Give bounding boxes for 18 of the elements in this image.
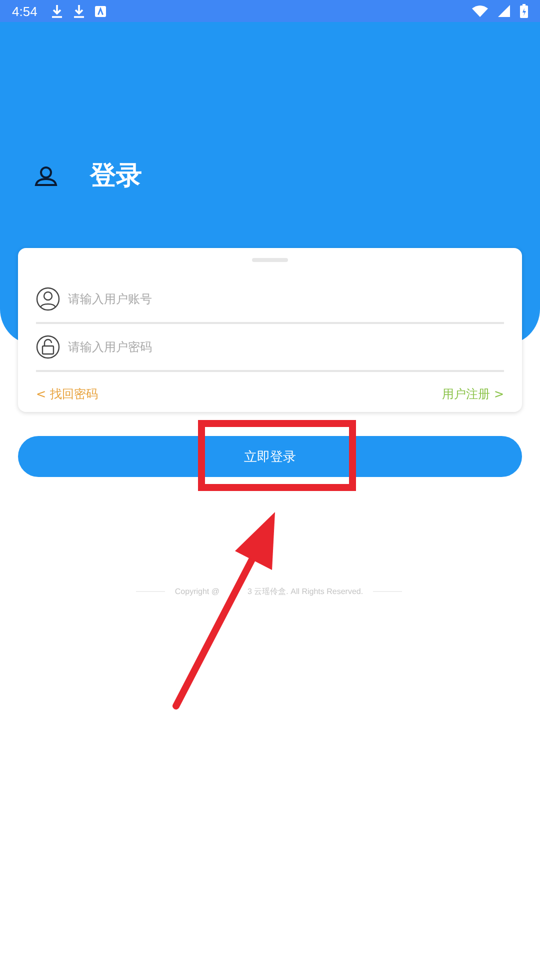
download-icon	[51, 4, 64, 18]
user-icon	[34, 166, 58, 186]
app-notification-icon	[95, 6, 106, 16]
user-icon	[36, 287, 60, 311]
password-field[interactable]: 请输入用户密码	[68, 336, 504, 358]
status-time: 4:54	[12, 4, 38, 18]
signal-icon	[498, 5, 510, 17]
battery-icon	[520, 4, 528, 18]
register-link[interactable]: 用户注册 >	[442, 386, 504, 403]
login-button[interactable]: 立即登录	[18, 436, 522, 477]
wifi-icon	[472, 5, 488, 17]
download-icon	[73, 4, 86, 18]
padlock-icon	[36, 335, 60, 359]
page-title: 登录	[90, 160, 142, 193]
account-field[interactable]: 请输入用户账号	[68, 288, 504, 310]
copyright-text: Copyright @	[174, 587, 220, 596]
copyright-text: 3 云瑶伶盒. All Rights Reserved.	[248, 586, 364, 597]
forgot-password-link[interactable]: < 找回密码	[36, 386, 98, 403]
